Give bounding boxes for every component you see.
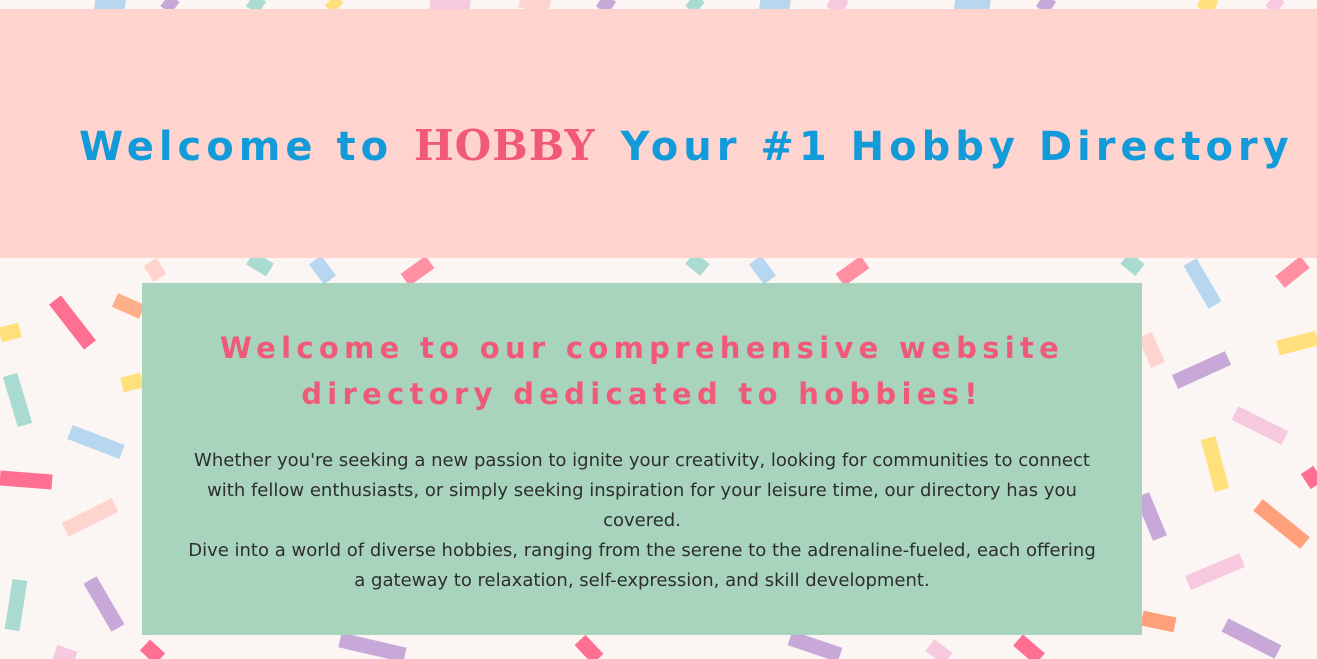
hero-title: Welcome to HOBBY Your #1 Hobby Directory bbox=[79, 121, 1294, 172]
intro-paragraph-1: Whether you're seeking a new passion to … bbox=[194, 450, 1090, 531]
intro-heading: Welcome to our comprehensive website dir… bbox=[182, 325, 1102, 417]
intro-body: Whether you're seeking a new passion to … bbox=[182, 446, 1102, 596]
intro-paragraph-2: Dive into a world of diverse hobbies, ra… bbox=[188, 540, 1096, 591]
hero-title-prefix: Welcome to bbox=[79, 124, 394, 170]
intro-heading-line1: Welcome to our comprehensive website bbox=[219, 331, 1065, 365]
intro-heading-line2: directory dedicated to hobbies! bbox=[301, 377, 983, 411]
brand-logo: HOBBY bbox=[414, 121, 596, 170]
hero-title-suffix: Your #1 Hobby Directory bbox=[620, 124, 1294, 170]
intro-card: Welcome to our comprehensive website dir… bbox=[142, 283, 1142, 635]
page: Welcome to HOBBY Your #1 Hobby Directory… bbox=[0, 0, 1317, 659]
hero-banner: Welcome to HOBBY Your #1 Hobby Directory bbox=[0, 9, 1317, 258]
